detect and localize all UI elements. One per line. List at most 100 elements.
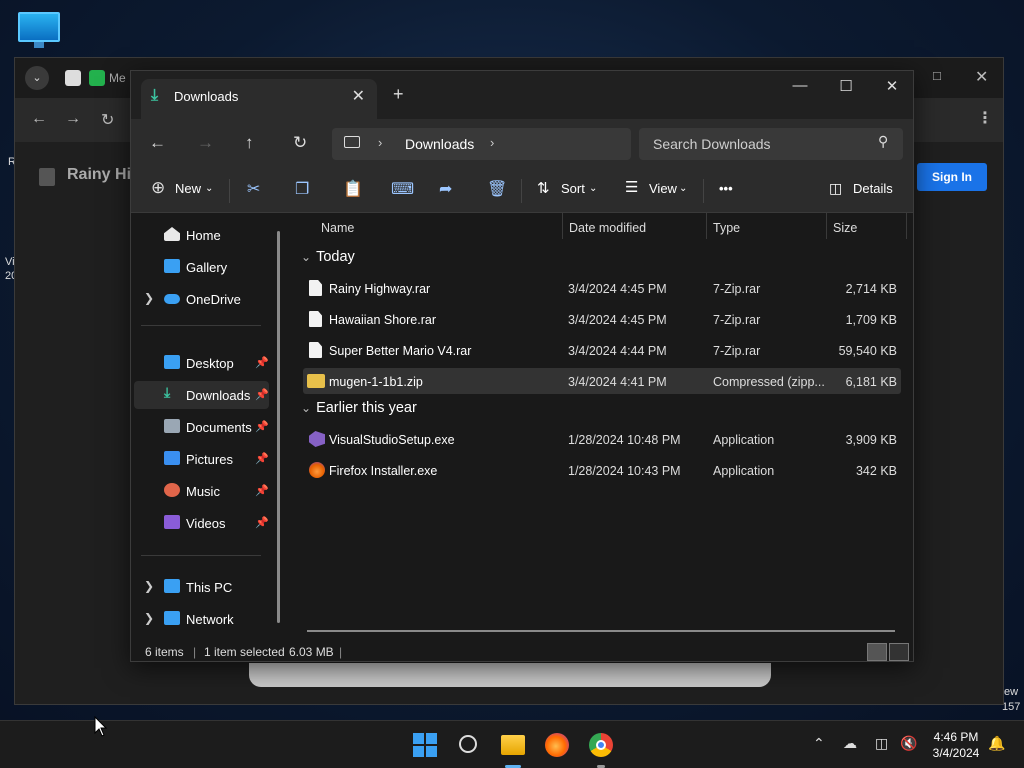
tiles-view-icon[interactable] [889, 643, 909, 661]
file-row[interactable]: Super Better Mario V4.rar 3/4/2024 4:44 … [303, 337, 901, 363]
file-row-selected[interactable]: mugen-1-1b1.zip 3/4/2024 4:41 PM Compres… [303, 368, 901, 394]
column-divider[interactable] [562, 213, 563, 239]
notification-bell-icon[interactable]: 🔔 [988, 735, 1005, 752]
column-divider[interactable] [706, 213, 707, 239]
chevron-down-icon[interactable]: ⌄ [679, 183, 687, 194]
sign-in-button[interactable]: Sign In [917, 163, 987, 191]
paste-icon[interactable]: 📋 [343, 179, 363, 199]
system-clock[interactable]: 4:46 PM 3/4/2024 [928, 729, 984, 761]
chevron-right-icon[interactable]: ❯ [144, 291, 154, 305]
sidebar-item-documents[interactable]: Documents 📌 [134, 413, 269, 441]
details-button[interactable]: Details [853, 181, 893, 196]
pin-icon[interactable]: 📌 [255, 420, 269, 433]
pin-icon[interactable]: 📌 [255, 516, 269, 529]
refresh-icon[interactable]: ↻ [293, 133, 307, 153]
column-header-type[interactable]: Type [713, 213, 740, 241]
file-row[interactable]: Firefox Installer.exe 1/28/2024 10:43 PM… [303, 457, 901, 483]
search-input[interactable] [639, 128, 903, 160]
new-button[interactable]: New [175, 181, 201, 196]
sidebar-item-music[interactable]: Music 📌 [134, 477, 269, 505]
sidebar-item-this-pc[interactable]: ❯ This PC [134, 573, 269, 601]
column-header-name[interactable]: Name [321, 213, 354, 241]
browser-back-icon[interactable]: ← [31, 110, 47, 128]
sidebar-item-desktop[interactable]: Desktop 📌 [134, 349, 269, 377]
chevron-down-icon[interactable]: ⌄ [301, 250, 311, 264]
chevron-down-icon[interactable]: ⌄ [301, 401, 311, 415]
this-pc-desktop-icon[interactable] [18, 12, 60, 50]
column-divider[interactable] [906, 213, 907, 239]
horizontal-scrollbar[interactable] [307, 630, 895, 632]
back-icon[interactable]: ← [149, 133, 166, 153]
tab-search-dropdown-icon[interactable]: ⌄ [25, 66, 49, 90]
pin-icon[interactable]: 📌 [255, 356, 269, 369]
pin-icon[interactable]: 📌 [255, 452, 269, 465]
sidebar-item-gallery[interactable]: Gallery [134, 253, 269, 281]
browser-maximize-icon[interactable]: □ [933, 68, 941, 83]
chevron-down-icon[interactable]: ⌄ [205, 183, 213, 194]
sidebar-scrollbar[interactable] [277, 231, 280, 623]
breadcrumb[interactable]: Downloads [405, 136, 474, 152]
more-options-button[interactable]: ••• [719, 181, 733, 196]
column-header-date[interactable]: Date modified [569, 213, 646, 241]
browser-forward-icon[interactable]: → [65, 110, 81, 128]
tab-downloads[interactable]: ⤓ Downloads ✕ [141, 79, 377, 119]
sort-button[interactable]: Sort [561, 181, 585, 196]
browser-menu-icon[interactable]: ⋮ [977, 108, 993, 128]
close-window-icon[interactable]: ✕ [869, 77, 915, 95]
chevron-right-icon[interactable]: ❯ [144, 611, 154, 625]
up-icon[interactable]: ↑ [245, 133, 254, 153]
file-explorer-icon[interactable] [501, 735, 525, 755]
chevron-right-icon[interactable]: › [378, 135, 382, 150]
delete-icon[interactable]: 🗑 [487, 179, 507, 199]
copy-icon[interactable]: ❐ [295, 179, 309, 199]
file-name: mugen-1-1b1.zip [329, 375, 423, 389]
file-row[interactable]: Hawaiian Shore.rar 3/4/2024 4:45 PM 7-Zi… [303, 306, 901, 332]
group-header-today[interactable]: ⌄ Today [301, 249, 355, 265]
sidebar-item-onedrive[interactable]: ❯ OneDrive [134, 285, 269, 313]
volume-muted-icon[interactable]: 🔇 [900, 735, 917, 752]
browser-close-icon[interactable]: ✕ [975, 67, 988, 87]
sidebar-item-label: Downloads [186, 388, 251, 403]
sidebar-item-network[interactable]: ❯ Network [134, 605, 269, 633]
sidebar-item-home[interactable]: Home [134, 221, 269, 249]
onedrive-offline-icon[interactable]: ☁ [843, 735, 857, 752]
favicon-check-icon[interactable] [89, 70, 105, 86]
forward-icon[interactable]: → [197, 133, 214, 153]
browser-tab-label[interactable]: Me [109, 71, 126, 85]
rename-icon[interactable]: ⌨ [391, 179, 414, 199]
column-header-size[interactable]: Size [833, 213, 857, 241]
home-icon [164, 227, 180, 241]
column-divider[interactable] [826, 213, 827, 239]
maximize-icon[interactable]: ☐ [823, 77, 869, 95]
close-tab-icon[interactable]: ✕ [352, 86, 365, 106]
browser-reload-icon[interactable]: ↻ [101, 110, 114, 130]
pin-icon[interactable]: 📌 [255, 388, 269, 401]
pin-icon[interactable]: 📌 [255, 484, 269, 497]
details-view-icon[interactable] [867, 643, 887, 661]
sidebar-item-downloads[interactable]: ⤓ Downloads 📌 [134, 381, 269, 409]
chevron-down-icon[interactable]: ⌄ [589, 183, 597, 194]
chevron-right-icon[interactable]: › [490, 135, 494, 150]
sidebar-item-pictures[interactable]: Pictures 📌 [134, 445, 269, 473]
mouse-cursor-icon [94, 716, 108, 737]
view-button[interactable]: View [649, 181, 677, 196]
show-hidden-icons-chevron-icon[interactable]: ⌃ [813, 735, 825, 752]
sidebar-item-videos[interactable]: Videos 📌 [134, 509, 269, 537]
favicon-icon[interactable] [65, 70, 81, 86]
address-bar[interactable]: › Downloads › [332, 128, 631, 160]
document-icon [309, 311, 322, 327]
group-header-earlier[interactable]: ⌄ Earlier this year [301, 400, 417, 416]
network-icon[interactable]: ◫ [875, 735, 888, 752]
new-tab-button[interactable]: + [393, 84, 404, 105]
cut-icon[interactable]: ✂ [247, 179, 260, 199]
firefox-icon[interactable] [545, 733, 569, 757]
chevron-right-icon[interactable]: ❯ [144, 579, 154, 593]
chrome-icon[interactable] [589, 733, 613, 757]
file-row[interactable]: VisualStudioSetup.exe 1/28/2024 10:48 PM… [303, 426, 901, 452]
share-icon[interactable]: ➦ [439, 179, 452, 199]
file-row[interactable]: Rainy Highway.rar 3/4/2024 4:45 PM 7-Zip… [303, 275, 901, 301]
minimize-icon[interactable]: — [777, 77, 823, 94]
start-windows-icon[interactable] [413, 733, 437, 757]
search-icon[interactable] [459, 735, 477, 753]
sidebar-item-label: Music [186, 484, 220, 499]
